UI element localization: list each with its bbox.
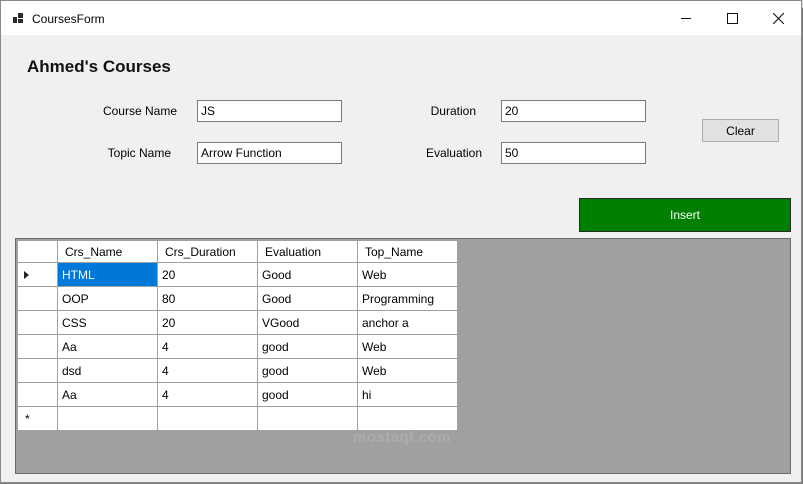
table-cell[interactable]: hi <box>357 382 458 407</box>
row-header[interactable] <box>17 358 58 383</box>
insert-button[interactable]: Insert <box>579 198 791 232</box>
course-name-label: Course Name <box>102 104 177 118</box>
table-cell[interactable]: good <box>257 334 358 359</box>
table-row[interactable]: dsd 4 good Web <box>17 358 458 383</box>
row-header[interactable] <box>17 382 58 407</box>
column-header-crs-duration[interactable]: Crs_Duration <box>157 240 258 263</box>
column-header-evaluation[interactable]: Evaluation <box>257 240 358 263</box>
close-icon <box>772 12 784 24</box>
corner-header[interactable] <box>17 240 58 263</box>
table-cell[interactable]: 80 <box>157 286 258 311</box>
table-cell[interactable]: Aa <box>57 334 158 359</box>
table-cell[interactable]: good <box>257 382 358 407</box>
table-cell[interactable] <box>257 406 358 431</box>
table-cell[interactable]: Programming <box>357 286 458 311</box>
table-cell[interactable]: VGood <box>257 310 358 335</box>
table-row[interactable]: Aa 4 good Web <box>17 334 458 359</box>
maximize-icon <box>726 12 738 24</box>
row-header[interactable] <box>17 334 58 359</box>
table-cell[interactable] <box>157 406 258 431</box>
evaluation-label: Evaluation <box>425 146 482 160</box>
table-cell[interactable]: good <box>257 358 358 383</box>
table-cell[interactable]: HTML <box>57 262 158 287</box>
duration-label: Duration <box>430 104 476 118</box>
duration-input[interactable] <box>501 100 646 122</box>
table-cell[interactable]: Web <box>357 334 458 359</box>
table-cell[interactable]: Good <box>257 286 358 311</box>
courses-form-window: CoursesForm Ahmed's Courses Course Name … <box>0 0 802 483</box>
table-cell[interactable]: Aa <box>57 382 158 407</box>
minimize-button[interactable] <box>663 1 709 35</box>
table-cell[interactable]: 20 <box>157 262 258 287</box>
table-cell[interactable] <box>57 406 158 431</box>
new-row[interactable]: * <box>17 406 458 431</box>
table-cell[interactable] <box>357 406 458 431</box>
row-header[interactable] <box>17 286 58 311</box>
column-header-crs-name[interactable]: Crs_Name <box>57 240 158 263</box>
evaluation-input[interactable] <box>501 142 646 164</box>
table-cell[interactable]: Web <box>357 262 458 287</box>
new-row-icon: * <box>25 411 30 426</box>
courses-table: Crs_Name Crs_Duration Evaluation Top_Nam… <box>17 240 458 431</box>
table-row[interactable]: OOP 80 Good Programming <box>17 286 458 311</box>
table-cell[interactable]: 4 <box>157 334 258 359</box>
table-cell[interactable]: 4 <box>157 358 258 383</box>
clear-button[interactable]: Clear <box>702 119 779 142</box>
table-cell[interactable]: OOP <box>57 286 158 311</box>
row-header[interactable]: * <box>17 406 58 431</box>
table-cell[interactable]: dsd <box>57 358 158 383</box>
topic-name-label: Topic Name <box>107 146 171 160</box>
watermark: mostaql.com <box>353 429 452 446</box>
table-row[interactable]: Aa 4 good hi <box>17 382 458 407</box>
course-name-input[interactable] <box>197 100 342 122</box>
table-cell[interactable]: 4 <box>157 382 258 407</box>
topic-name-input[interactable] <box>197 142 342 164</box>
window-title: CoursesForm <box>32 12 105 26</box>
row-header[interactable] <box>17 310 58 335</box>
row-header[interactable] <box>17 262 58 287</box>
minimize-icon <box>680 17 691 19</box>
column-header-top-name[interactable]: Top_Name <box>357 240 458 263</box>
current-row-arrow-icon <box>24 270 29 279</box>
table-row[interactable]: HTML 20 Good Web <box>17 262 458 287</box>
table-cell[interactable]: CSS <box>57 310 158 335</box>
table-row[interactable]: CSS 20 VGood anchor a <box>17 310 458 335</box>
maximize-button[interactable] <box>709 1 755 35</box>
title-bar[interactable]: CoursesForm <box>1 1 801 35</box>
close-button[interactable] <box>755 1 801 35</box>
header-row: Crs_Name Crs_Duration Evaluation Top_Nam… <box>17 240 458 263</box>
table-cell[interactable]: 20 <box>157 310 258 335</box>
table-cell[interactable]: Good <box>257 262 358 287</box>
page-title: Ahmed's Courses <box>27 57 171 76</box>
table-cell[interactable]: anchor a <box>357 310 458 335</box>
app-icon <box>13 13 23 23</box>
table-cell[interactable]: Web <box>357 358 458 383</box>
